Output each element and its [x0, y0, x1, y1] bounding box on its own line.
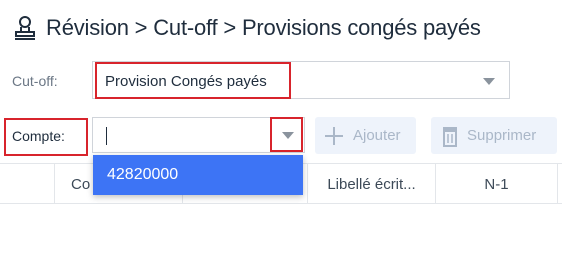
caret-down-icon[interactable]	[483, 78, 495, 85]
highlight-box-compte-caret	[270, 117, 303, 152]
delete-button[interactable]: Supprimer	[431, 117, 557, 154]
highlight-box-cutoff	[95, 62, 291, 99]
column-header-n-1[interactable]: N-1	[436, 164, 558, 204]
plus-icon	[323, 125, 345, 147]
text-cursor	[106, 127, 107, 145]
page-title: Révision > Cut-off > Provisions congés p…	[46, 15, 481, 40]
page-header: Révision > Cut-off > Provisions congés p…	[12, 10, 481, 46]
add-button[interactable]: Ajouter	[315, 117, 416, 154]
trash-icon	[441, 125, 459, 147]
dropdown-option[interactable]: 42820000	[107, 166, 178, 184]
compte-dropdown-list: 42820000	[93, 155, 303, 195]
highlight-box-compte-label	[4, 118, 88, 156]
cutoff-label: Cut-off:	[12, 73, 58, 89]
delete-button-label: Supprimer	[467, 127, 537, 144]
stamp-icon	[12, 14, 38, 42]
column-header-libelle[interactable]: Libellé écrit...	[308, 164, 436, 204]
column-header-select[interactable]	[0, 164, 55, 204]
add-button-label: Ajouter	[353, 127, 401, 144]
